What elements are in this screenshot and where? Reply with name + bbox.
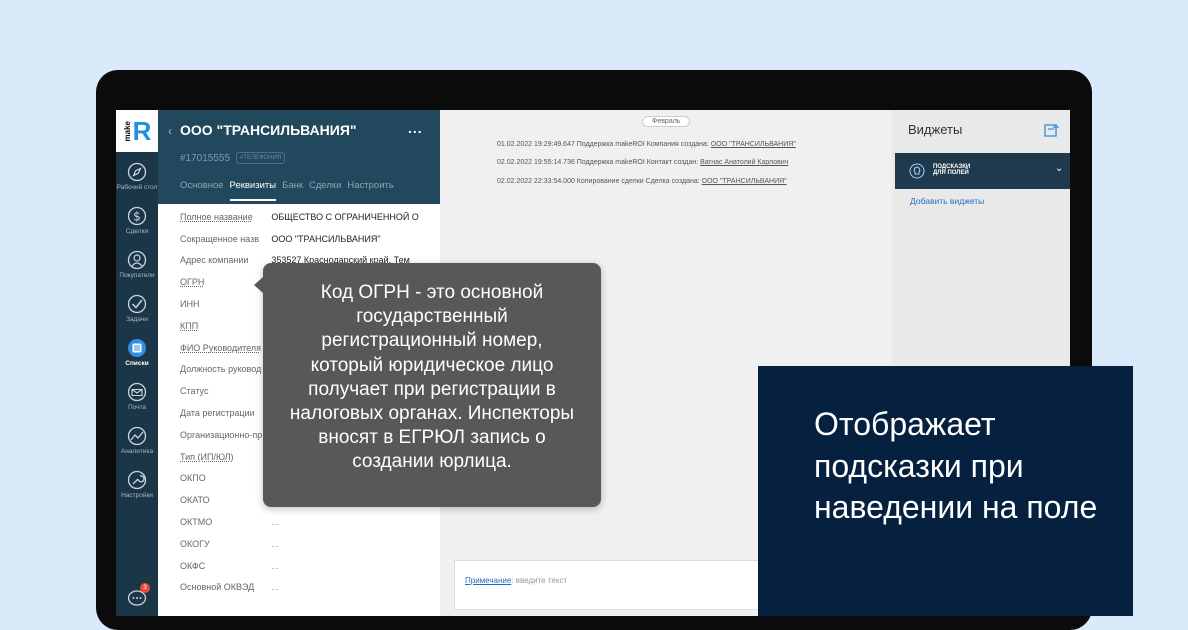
field-label: Адрес компании <box>180 255 249 266</box>
deal-header: ‹ ООО "ТРАНСИЛЬВАНИЯ" ... #17015555 #ТЕЛ… <box>158 110 440 204</box>
widget-field-hints[interactable]: ПОДСКАЗКИ ДЛЯ ПОЛЕЙ ⌄ <box>895 153 1070 189</box>
event-link[interactable]: Вагнас Анатолий Карлович <box>700 159 788 166</box>
field-row[interactable]: ОКТМО... <box>180 511 440 533</box>
svg-text:$: $ <box>133 210 141 224</box>
field-label: Статус <box>180 386 209 397</box>
compass-icon <box>127 162 147 182</box>
deal-id: #17015555 <box>180 153 231 164</box>
event-link[interactable]: ООО "ТРАНСИЛЬВАНИЯ" <box>702 178 787 185</box>
nav-label: Списки <box>125 360 149 367</box>
lightbulb-icon <box>909 163 925 179</box>
field-row[interactable]: Основной ОКВЭД... <box>180 577 440 599</box>
more-menu-button[interactable]: ... <box>408 120 423 136</box>
deal-title: ООО "ТРАНСИЛЬВАНИЯ" <box>180 122 357 138</box>
field-row[interactable]: ОКОГУ... <box>180 533 440 555</box>
field-label: ОКАТО <box>180 495 210 506</box>
nav-label: Аналитика <box>120 448 154 455</box>
tab-configure[interactable]: Настроить <box>347 180 393 201</box>
field-label: ОГРН <box>180 277 205 288</box>
nav-item-tasks[interactable]: Задачи <box>116 284 158 328</box>
check-icon <box>127 294 147 314</box>
dollar-icon: $ <box>127 206 147 226</box>
widgets-title: Виджеты <box>908 122 963 137</box>
nav-label: Почта <box>127 404 147 411</box>
field-value[interactable]: ООО "ТРАНСИЛЬВАНИЯ" <box>271 234 440 244</box>
tooltip-text: Код ОГРН - это основной государственный … <box>289 282 575 473</box>
field-value[interactable]: ... <box>271 517 440 527</box>
field-value[interactable]: ... <box>271 582 440 592</box>
field-label: ОКПО <box>180 473 206 484</box>
chevron-down-icon[interactable]: ⌄ <box>1055 163 1063 174</box>
timeline-event: 01.02.2022 19:29:49.647 Поддержка makeRO… <box>497 141 796 148</box>
nav-item-lists[interactable]: Списки <box>116 328 158 372</box>
widget-name-line2: ДЛЯ ПОЛЕЙ <box>933 170 969 177</box>
logo-text: make <box>122 120 132 142</box>
add-widget-icon[interactable] <box>1044 122 1060 138</box>
field-row[interactable]: Сокращенное назв ООО "ТРАНСИЛЬВАНИЯ" <box>180 228 440 250</box>
nav-item-deals[interactable]: $ Сделки <box>116 196 158 240</box>
nav-label: Рабочий стол <box>116 184 158 191</box>
field-label: ОКТМО <box>180 517 213 528</box>
tab-requisites[interactable]: Реквизиты <box>229 180 277 201</box>
nav-item-mail[interactable]: Почта <box>116 372 158 416</box>
field-label: ФИО Руководителя <box>180 342 261 353</box>
promo-text: Отображает подсказки при наведении на по… <box>814 406 1098 525</box>
nav-label: Покупатели <box>119 272 155 279</box>
field-value[interactable]: ... <box>271 561 440 571</box>
nav-item-customers[interactable]: Покупатели <box>116 240 158 284</box>
promo-caption-box: Отображает подсказки при наведении на по… <box>758 366 1133 616</box>
chat-button[interactable]: 3 <box>127 583 150 608</box>
nav-item-analytics[interactable]: Аналитика <box>116 416 158 460</box>
nav-label: Задачи <box>126 316 148 323</box>
field-label: Дата регистрации <box>180 408 255 419</box>
deal-tabs: Основное Реквизиты Банк Сделки Настроить <box>180 180 400 201</box>
chat-badge: 3 <box>140 583 150 593</box>
field-row[interactable]: ОКФС... <box>180 555 440 577</box>
add-widgets-link[interactable]: Добавить виджеты <box>910 196 984 206</box>
list-icon <box>128 339 146 357</box>
tab-main[interactable]: Основное <box>180 180 224 201</box>
nav-item-desktop[interactable]: Рабочий стол <box>116 152 158 196</box>
wrench-icon <box>127 470 147 490</box>
note-label[interactable]: Примечание <box>465 576 511 585</box>
logo-letter: R <box>132 116 152 146</box>
brand-logo[interactable]: make R <box>116 110 158 152</box>
event-link[interactable]: ООО "ТРАНСИЛЬВАНИЯ" <box>711 141 796 148</box>
month-divider: Февраль <box>642 116 691 127</box>
field-label: ИНН <box>180 299 200 310</box>
field-row[interactable]: Полное название ОБЩЕСТВО С ОГРАНИЧЕННОЙ О <box>180 206 440 228</box>
field-label: ОКОГУ <box>180 538 210 549</box>
back-arrow-icon[interactable]: ‹ <box>168 124 172 138</box>
nav-label: Сделки <box>125 228 149 235</box>
timeline-event: 02.02.2022 22:33:54.000 Копирование сдел… <box>497 178 787 185</box>
mail-icon <box>127 382 147 402</box>
field-value[interactable]: ... <box>271 539 440 549</box>
field-hint-tooltip: Код ОГРН - это основной государственный … <box>254 263 601 507</box>
tab-bank[interactable]: Банк <box>282 180 303 201</box>
field-label: КПП <box>180 320 199 331</box>
tab-deals[interactable]: Сделки <box>309 180 341 201</box>
field-label: Тип (ИП/ЮЛ) <box>180 451 234 462</box>
event-text: 02.02.2022 22:33:54.000 Копирование сдел… <box>497 178 702 185</box>
field-label: Полное название <box>180 211 253 222</box>
event-text: 02.02.2022 19:55:14.736 Поддержка makeRO… <box>497 159 701 166</box>
main-sidebar: make R Рабочий стол $ Сделки Покупатели … <box>116 110 158 616</box>
note-placeholder: : введите текст <box>511 576 568 585</box>
nav-item-settings[interactable]: Настройки <box>116 460 158 504</box>
field-label: Основной ОКВЭД <box>180 582 255 593</box>
event-text: 01.02.2022 19:29:49.647 Поддержка makeRO… <box>497 141 711 148</box>
nav-label: Настройки <box>121 492 153 499</box>
field-label: Должность руководителя <box>180 364 262 375</box>
field-label: Сокращенное назв <box>180 233 259 244</box>
analytics-icon <box>127 426 147 446</box>
customers-icon <box>127 250 147 270</box>
field-label: ОКФС <box>180 560 206 571</box>
deal-tag[interactable]: #ТЕЛЕФОНИЯ <box>236 152 286 164</box>
field-value[interactable]: ОБЩЕСТВО С ОГРАНИЧЕННОЙ О <box>271 212 440 222</box>
field-label: Организационно-правовая <box>180 429 263 440</box>
timeline-event: 02.02.2022 19:55:14.736 Поддержка makeRO… <box>497 159 788 166</box>
